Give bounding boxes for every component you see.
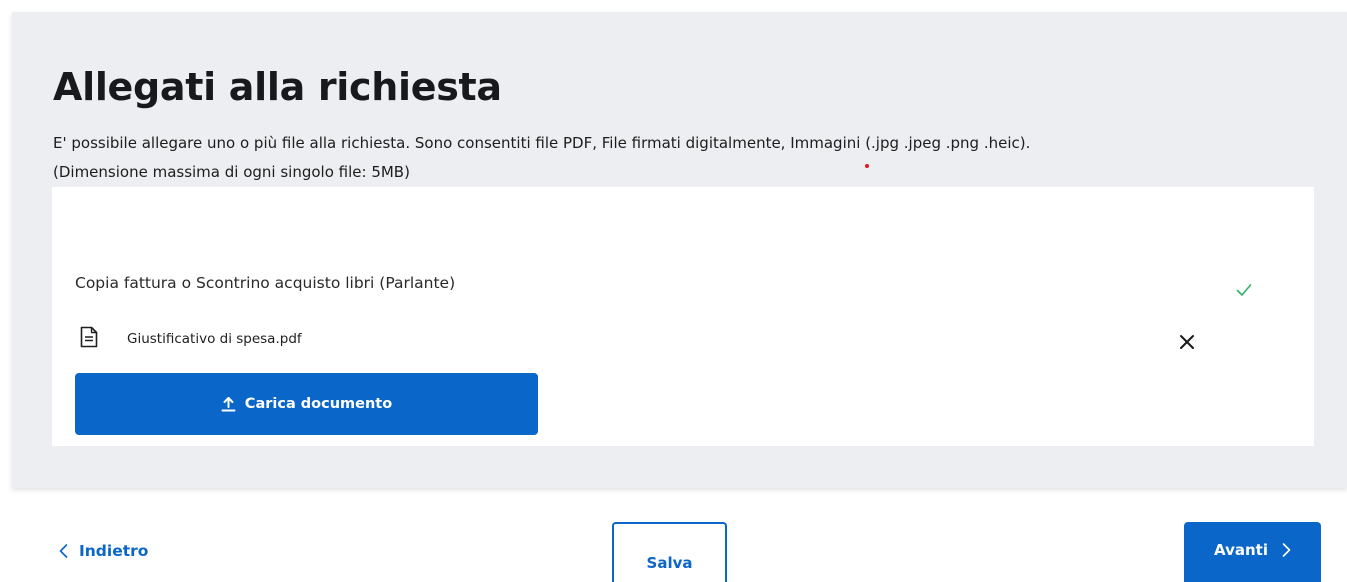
next-button[interactable]: Avanti	[1184, 522, 1321, 582]
attachments-panel: Allegati alla richiesta E' possibile all…	[12, 12, 1347, 488]
chevron-right-icon	[1282, 543, 1291, 557]
upload-icon	[221, 397, 236, 412]
description-line-1: E' possibile allegare uno o più file all…	[53, 134, 1031, 152]
upload-document-button[interactable]: Carica documento	[75, 373, 538, 435]
document-label: Copia fattura o Scontrino acquisto libri…	[75, 274, 456, 292]
page-title: Allegati alla richiesta	[53, 65, 502, 109]
check-icon	[1236, 284, 1252, 296]
save-button[interactable]: Salva	[612, 522, 727, 582]
file-name: Giustificativo di spesa.pdf	[127, 331, 302, 347]
section-description: E' possibile allegare uno o più file all…	[53, 129, 1343, 187]
red-marker-dot	[865, 164, 869, 168]
next-label: Avanti	[1214, 541, 1268, 559]
save-label: Salva	[646, 554, 693, 572]
description-line-2: (Dimensione massima di ogni singolo file…	[53, 163, 410, 181]
chevron-left-icon	[59, 544, 68, 558]
back-button[interactable]: Indietro	[59, 542, 148, 560]
close-icon[interactable]	[1179, 334, 1195, 350]
upload-button-label: Carica documento	[244, 396, 393, 412]
back-label: Indietro	[79, 542, 149, 560]
attachment-card: Copia fattura o Scontrino acquisto libri…	[52, 187, 1314, 446]
file-icon	[80, 326, 98, 348]
